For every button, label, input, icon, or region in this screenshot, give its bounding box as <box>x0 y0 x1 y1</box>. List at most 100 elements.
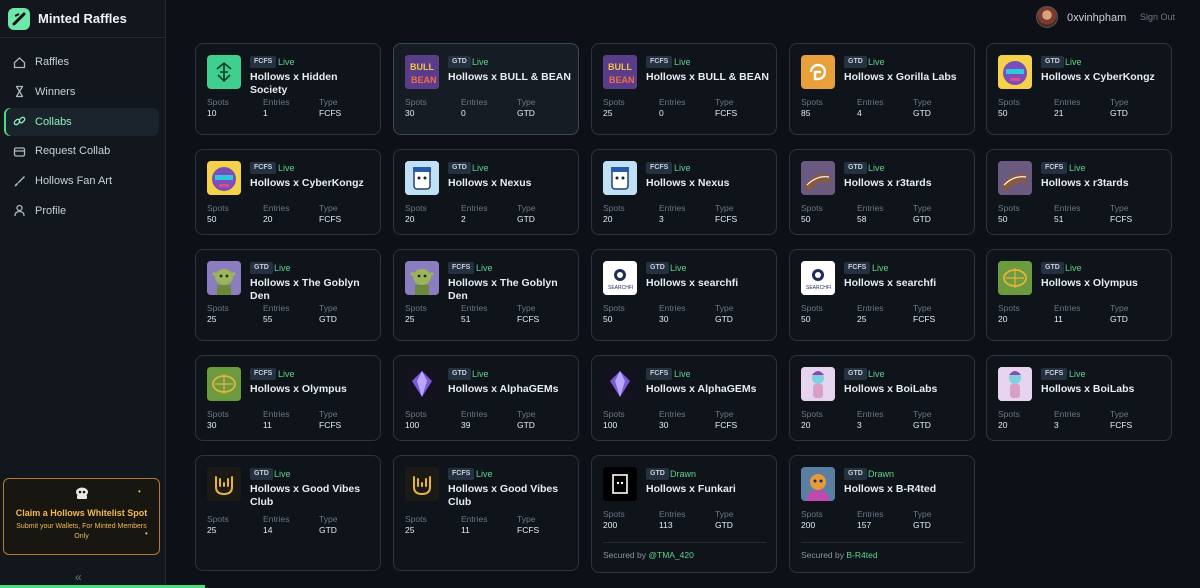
raffle-title: Hollows x searchfi <box>844 277 937 289</box>
avatar[interactable] <box>1036 6 1058 28</box>
whitelist-promo-card[interactable]: Claim a Hollows Whitelist Spot Submit yo… <box>3 478 160 555</box>
raffle-card[interactable]: FCFS Live Hollows x Hidden Society Spots 10 E… <box>195 43 381 135</box>
raffle-card[interactable]: GTD Live Hollows x Nexus Spots 20 Entries 2 Typ… <box>393 149 579 235</box>
entries-label: Entries <box>263 97 290 107</box>
raffle-card[interactable]: FCFS Live Hollows x The Goblyn Den Spots 25 E… <box>393 249 579 341</box>
status-label: Live <box>1069 369 1086 379</box>
raffle-card[interactable]: BULL BEAN GTD Live Hollows x BULL & BEAN Spot… <box>393 43 579 135</box>
ghost-icon <box>4 487 159 501</box>
alphagems-logo-icon <box>405 367 439 401</box>
sidebar-item-profile[interactable]: Profile <box>4 197 159 225</box>
raffle-card[interactable]: FCFS Live Hollows x BoiLabs Spots 20 Entries 3… <box>986 355 1172 441</box>
raffle-card[interactable]: GTD Live Hollows x AlphaGEMs Spots 100 Entrie… <box>393 355 579 441</box>
type-label: Type <box>1110 97 1129 107</box>
sidebar-item-request-collab[interactable]: Request Collab <box>4 137 159 165</box>
type-value: FCFS <box>319 214 342 224</box>
entries-stat: Entries 55 <box>263 303 289 325</box>
brand[interactable]: Minted Raffles <box>0 0 165 38</box>
entries-value: 11 <box>263 420 272 430</box>
entries-stat: Entries 30 <box>659 303 685 325</box>
raffle-card[interactable]: GTD Drawn Hollows x Funkari Spots 200 Entries… <box>591 455 777 573</box>
type-value: GTD <box>913 214 931 224</box>
entries-value: 39 <box>461 420 471 430</box>
raffle-title: Hollows x B-R4ted <box>844 483 937 495</box>
status-label: Live <box>472 369 489 379</box>
status-label: Live <box>1065 57 1082 67</box>
spots-label: Spots <box>998 409 1020 419</box>
spots-label: Spots <box>603 303 625 313</box>
raffle-card[interactable]: BULL BEAN FCFS Live Hollows x BULL & BEAN Spo… <box>591 43 777 135</box>
raffle-card[interactable]: FCFS Live Hollows x CyberKongz Spots 50 Entri… <box>195 149 381 235</box>
good-vibes-club-logo-icon <box>207 467 241 501</box>
raffle-card[interactable]: FCFS Live Hollows x Olympus Spots 30 Entries 1… <box>195 355 381 441</box>
app-title: Minted Raffles <box>38 11 127 26</box>
spots-value: 50 <box>998 214 1008 224</box>
collapse-sidebar-icon[interactable]: « <box>75 570 82 584</box>
entries-label: Entries <box>1054 97 1081 107</box>
raffle-type-badge: FCFS <box>646 368 673 380</box>
raffle-title: Hollows x searchfi <box>646 277 739 289</box>
type-value: GTD <box>1110 314 1128 324</box>
entries-value: 30 <box>659 314 669 324</box>
raffle-card[interactable]: GTD Drawn Hollows x B-R4ted Spots 200 Entries… <box>789 455 975 573</box>
sidebar-item-hollows-fan-art[interactable]: Hollows Fan Art <box>4 167 159 195</box>
spots-value: 200 <box>603 520 618 530</box>
username[interactable]: 0xvinhpham <box>1067 12 1126 24</box>
secured-by-handle[interactable]: B-R4ted <box>846 550 877 560</box>
spots-stat: Spots 85 <box>801 97 823 119</box>
entries-label: Entries <box>659 97 686 107</box>
raffle-card[interactable]: GTD Live Hollows x BoiLabs Spots 20 Entries 3 T… <box>789 355 975 441</box>
sidebar-item-winners[interactable]: Winners <box>4 78 159 106</box>
raffle-card[interactable]: GTD Live Hollows x Olympus Spots 20 Entries 11… <box>986 249 1172 341</box>
raffle-type-badge: FCFS <box>250 162 277 174</box>
raffle-card[interactable]: GTD Live Hollows x CyberKongz Spots 50 Entrie… <box>986 43 1172 135</box>
spots-value: 50 <box>998 108 1008 118</box>
type-stat: Type GTD <box>1110 303 1128 325</box>
entries-stat: Entries 39 <box>461 409 487 431</box>
raffle-card[interactable]: GTD Live Hollows x r3tards Spots 50 Entries 58… <box>789 149 975 235</box>
sidebar-item-label: Hollows Fan Art <box>35 175 113 188</box>
entries-label: Entries <box>461 303 488 313</box>
entries-label: Entries <box>263 203 290 213</box>
entries-value: 51 <box>461 314 471 324</box>
raffle-card[interactable]: GTD Live Hollows x Good Vibes Club Spots 25 E… <box>195 455 381 571</box>
type-value: GTD <box>517 214 535 224</box>
raffle-card[interactable]: FCFS Live Hollows x AlphaGEMs Spots 100 Entri… <box>591 355 777 441</box>
user-icon <box>12 204 26 218</box>
type-label: Type <box>913 97 932 107</box>
raffle-card[interactable]: FCFS Live Hollows x Good Vibes Club Spots 25… <box>393 455 579 571</box>
svg-text:BEAN: BEAN <box>411 75 437 85</box>
type-stat: Type FCFS <box>913 303 935 325</box>
raffle-card[interactable]: GTD Live Hollows x The Goblyn Den Spots 25 En… <box>195 249 381 341</box>
type-stat: Type GTD <box>1110 97 1128 119</box>
sidebar-item-label: Collabs <box>35 115 72 128</box>
status-label: Live <box>1069 163 1086 173</box>
raffle-title: Hollows x Nexus <box>448 177 532 189</box>
spots-label: Spots <box>207 514 229 524</box>
entries-stat: Entries 157 <box>857 509 883 531</box>
promo-title: Claim a Hollows Whitelist Spot <box>15 508 148 518</box>
entries-label: Entries <box>461 97 488 107</box>
link-icon <box>12 115 26 129</box>
entries-value: 0 <box>659 108 664 118</box>
sparkle-icon: • <box>145 529 148 538</box>
nexus-logo-icon <box>405 161 439 195</box>
secured-by-handle[interactable]: @TMA_420 <box>648 550 693 560</box>
raffle-card[interactable]: SEARCHFI FCFS Live Hollows x searchfi Spots 5… <box>789 249 975 341</box>
sidebar-item-raffles[interactable]: Raffles <box>4 48 159 76</box>
raffle-title: Hollows x CyberKongz <box>1041 71 1155 83</box>
raffle-card[interactable]: GTD Live Hollows x Gorilla Labs Spots 85 Entr… <box>789 43 975 135</box>
raffle-title: Hollows x Gorilla Labs <box>844 71 957 83</box>
raffle-card[interactable]: FCFS Live Hollows x r3tards Spots 50 Entries 5… <box>986 149 1172 235</box>
raffle-card[interactable]: FCFS Live Hollows x Nexus Spots 20 Entries 3 Ty… <box>591 149 777 235</box>
spots-value: 20 <box>998 314 1008 324</box>
raffle-card[interactable]: SEARCHFI GTD Live Hollows x searchfi Spots 50… <box>591 249 777 341</box>
type-label: Type <box>319 514 338 524</box>
entries-value: 4 <box>857 108 862 118</box>
type-value: FCFS <box>319 420 342 430</box>
olympus-logo-icon <box>998 261 1032 295</box>
entries-stat: Entries 25 <box>857 303 883 325</box>
sign-out-button[interactable]: Sign Out <box>1140 12 1175 22</box>
raffle-title: Hollows x BULL & BEAN <box>646 71 769 83</box>
sidebar-item-collabs[interactable]: Collabs <box>4 107 159 136</box>
